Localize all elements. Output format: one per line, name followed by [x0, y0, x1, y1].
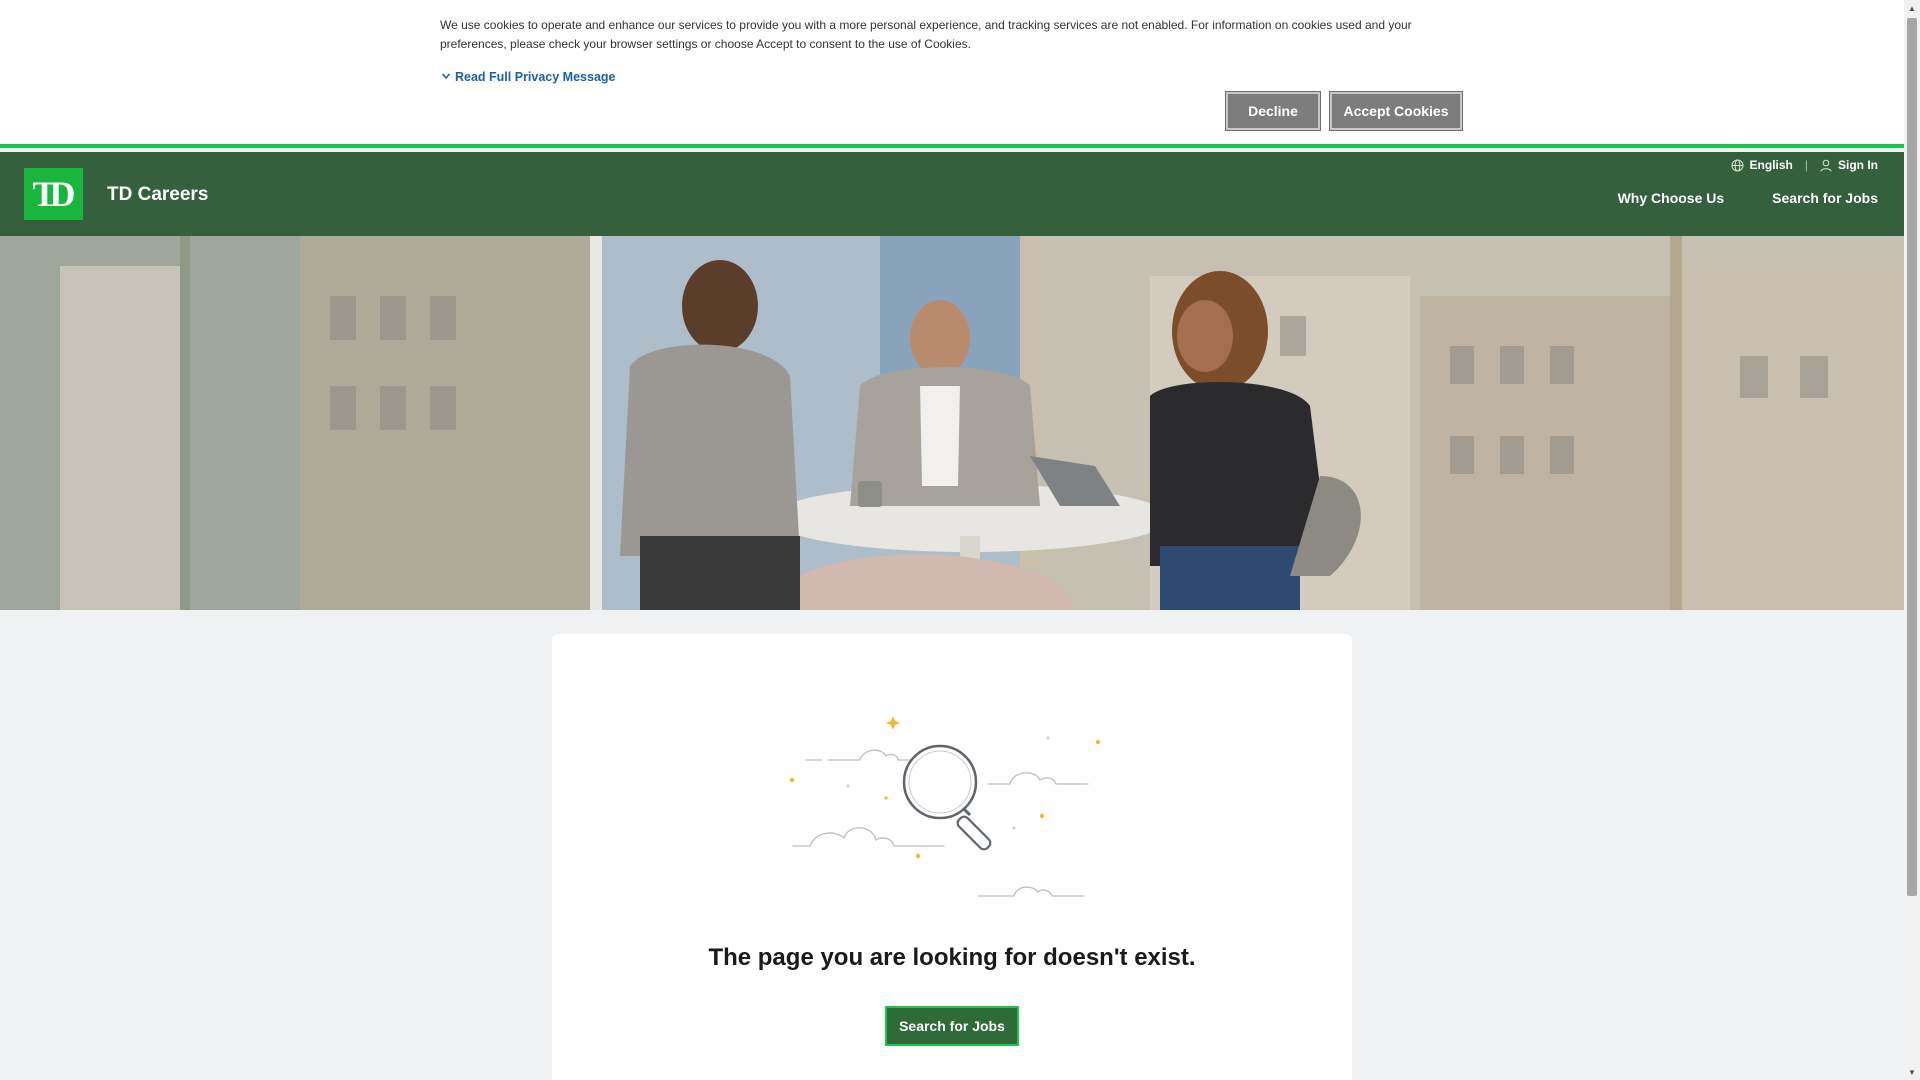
- read-privacy-label: Read Full Privacy Message: [455, 70, 616, 84]
- accept-cookies-button[interactable]: Accept Cookies: [1329, 91, 1463, 131]
- main-nav: Why Choose Us Search for Jobs: [1618, 190, 1878, 206]
- language-label: English: [1749, 158, 1793, 172]
- utility-nav: English | Sign In: [1731, 158, 1878, 172]
- user-icon: [1820, 159, 1832, 172]
- scroll-thumb[interactable]: [1907, 18, 1917, 896]
- error-message: The page you are looking for doesn't exi…: [708, 944, 1196, 971]
- brand-title[interactable]: TD Careers: [107, 184, 208, 206]
- hero-image: [0, 236, 1904, 610]
- scroll-down-arrow-icon[interactable]: ▼: [1904, 1064, 1920, 1080]
- hero-photo: [0, 236, 1904, 610]
- sign-in-label: Sign In: [1838, 158, 1878, 172]
- search-for-jobs-button[interactable]: Search for Jobs: [885, 1006, 1019, 1046]
- nav-search-for-jobs[interactable]: Search for Jobs: [1772, 190, 1878, 206]
- cookie-message: We use cookies to operate and enhance ou…: [440, 18, 1412, 51]
- magnifier-illustration: [788, 716, 1118, 911]
- page: We use cookies to operate and enhance ou…: [0, 0, 1904, 1080]
- error-card: The page you are looking for doesn't exi…: [552, 634, 1352, 1080]
- chevron-down-icon: [441, 71, 451, 84]
- cookie-banner: We use cookies to operate and enhance ou…: [0, 0, 1904, 148]
- sign-in-link[interactable]: Sign In: [1820, 158, 1878, 172]
- site-header: TD TD Careers English | Sign In Why Choo…: [0, 152, 1904, 236]
- nav-why-choose-us[interactable]: Why Choose Us: [1618, 190, 1725, 206]
- td-logo[interactable]: TD: [24, 168, 83, 220]
- utility-divider: |: [1804, 158, 1808, 172]
- read-privacy-link[interactable]: Read Full Privacy Message: [441, 70, 616, 84]
- vertical-scrollbar[interactable]: ▲ ▼: [1904, 0, 1920, 1080]
- globe-icon: [1731, 159, 1744, 172]
- language-selector[interactable]: English: [1731, 158, 1793, 172]
- scroll-up-arrow-icon[interactable]: ▲: [1904, 0, 1920, 16]
- decline-button[interactable]: Decline: [1225, 91, 1321, 131]
